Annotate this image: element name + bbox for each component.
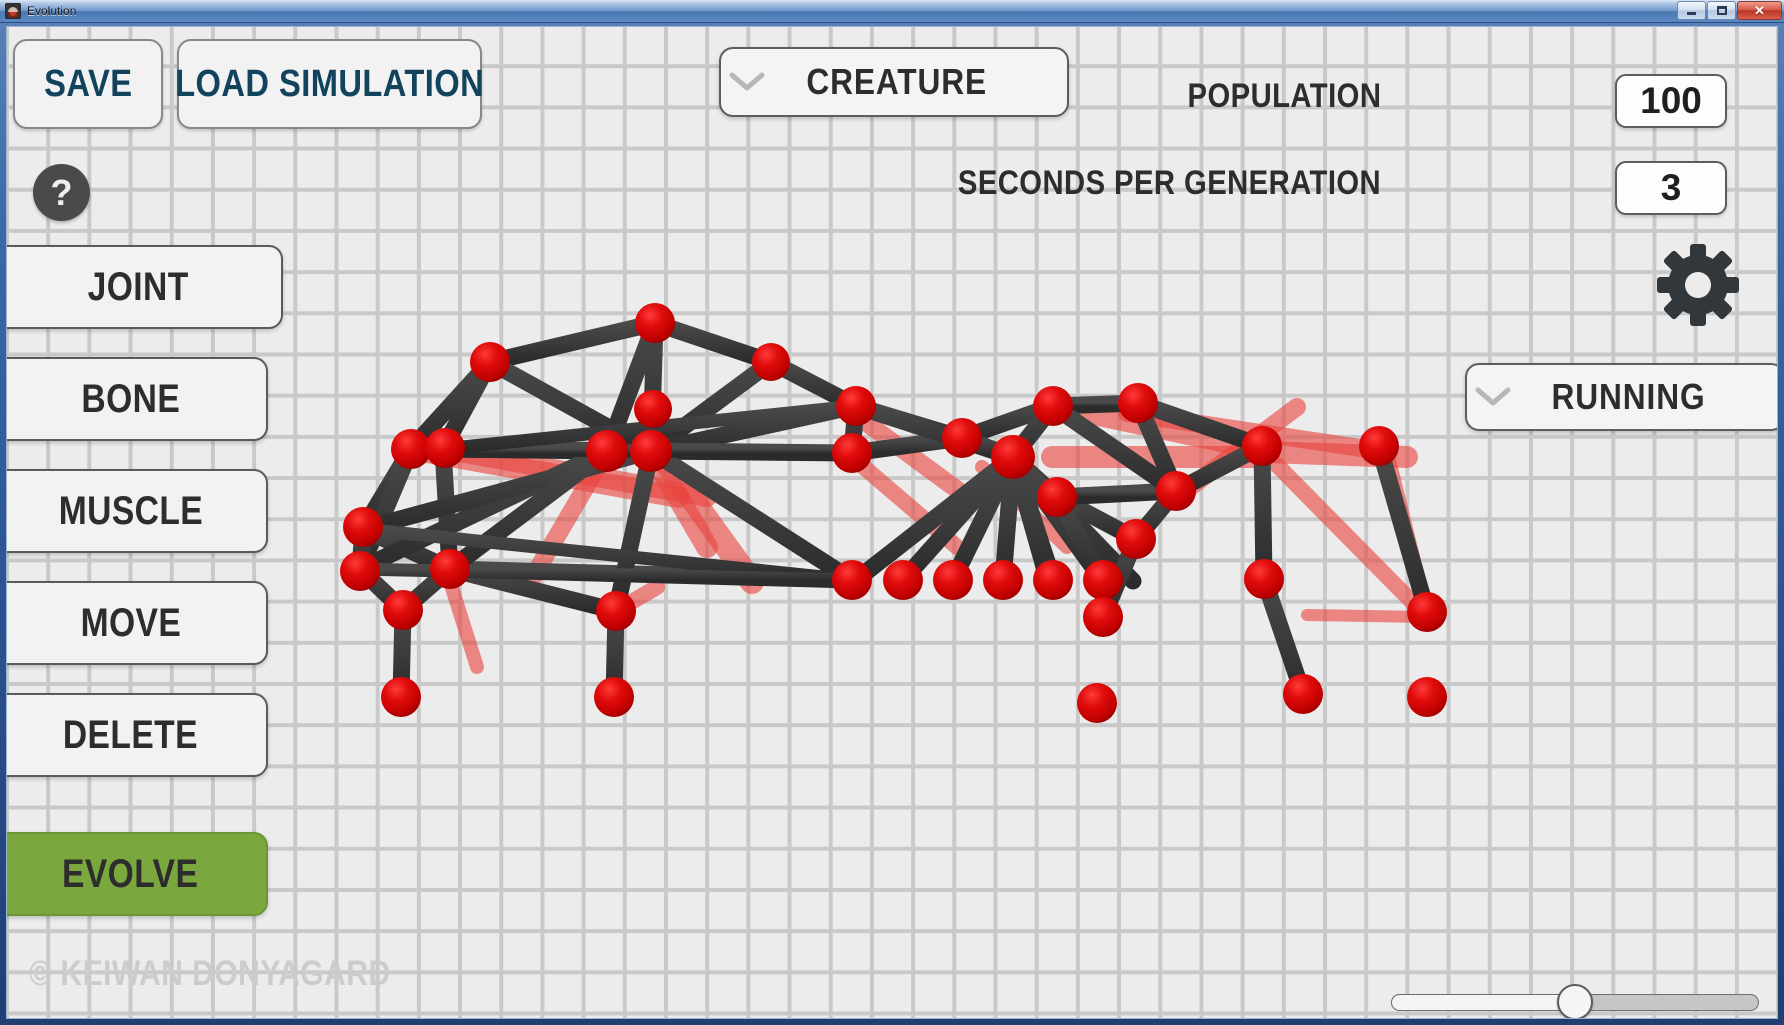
zoom-slider[interactable] — [1391, 984, 1759, 1018]
load-simulation-button[interactable]: LOAD SIMULATION — [174, 39, 485, 129]
app-icon — [5, 3, 21, 19]
slider-handle[interactable] — [1557, 984, 1593, 1018]
creature-dropdown-value: CREATURE — [806, 61, 988, 102]
chevron-down-icon — [1467, 365, 1519, 429]
simulation-canvas[interactable]: SAVE LOAD SIMULATION ? JOINT BONE MUSCLE… — [6, 26, 1778, 1019]
minimize-button[interactable] — [1677, 1, 1706, 20]
save-button-label: SAVE — [43, 62, 133, 105]
slider-fill — [1391, 994, 1575, 1011]
tool-button-bone[interactable]: BONE — [7, 357, 268, 441]
creature-dropdown[interactable]: CREATURE — [719, 47, 1069, 117]
task-dropdown[interactable]: RUNNING — [1465, 363, 1777, 431]
settings-button[interactable] — [1655, 242, 1741, 328]
close-button[interactable]: ✕ — [1737, 1, 1782, 20]
tool-label-joint: JOINT — [87, 264, 189, 309]
close-icon: ✕ — [1754, 3, 1765, 18]
tool-button-evolve[interactable]: EVOLVE — [7, 832, 268, 916]
gear-icon — [1657, 244, 1739, 326]
tool-label-muscle: MUSCLE — [58, 488, 203, 533]
task-dropdown-value: RUNNING — [1551, 376, 1705, 417]
load-simulation-button-label: LOAD SIMULATION — [174, 62, 485, 105]
tool-label-move: MOVE — [80, 600, 181, 645]
minimize-icon — [1687, 12, 1696, 15]
window-title: Evolution — [27, 4, 77, 18]
creature-dropdown-label: CREATURE — [773, 61, 1067, 103]
question-mark-icon: ? — [50, 171, 73, 213]
tool-label-bone: BONE — [81, 376, 180, 421]
tool-label-delete: DELETE — [62, 712, 199, 757]
save-button[interactable]: SAVE — [13, 39, 163, 129]
seconds-per-generation-input[interactable]: 3 — [1615, 161, 1727, 215]
help-button[interactable]: ? — [33, 164, 90, 221]
maximize-button[interactable] — [1707, 1, 1736, 20]
tool-button-move[interactable]: MOVE — [7, 581, 268, 665]
chevron-down-icon — [721, 49, 773, 115]
seconds-per-generation-value: 3 — [1660, 167, 1682, 208]
tool-button-joint[interactable]: JOINT — [7, 245, 283, 329]
tool-button-delete[interactable]: DELETE — [7, 693, 268, 777]
application-window: Evolution ✕ SAVE LOAD SIMULATION ? JOINT… — [0, 0, 1784, 1025]
tool-button-muscle[interactable]: MUSCLE — [7, 469, 268, 553]
window-titlebar: Evolution ✕ — [0, 0, 1784, 23]
population-label: POPULATION — [1187, 77, 1381, 115]
maximize-icon — [1716, 6, 1727, 15]
population-input[interactable]: 100 — [1615, 74, 1727, 128]
copyright-text: © KEIWAN DONYAGARD — [29, 954, 391, 993]
task-dropdown-label: RUNNING — [1519, 376, 1777, 418]
population-value: 100 — [1640, 80, 1702, 121]
seconds-per-generation-label: SECONDS PER GENERATION — [957, 164, 1381, 202]
window-controls: ✕ — [1676, 1, 1782, 20]
tool-label-evolve: EVOLVE — [62, 851, 199, 896]
